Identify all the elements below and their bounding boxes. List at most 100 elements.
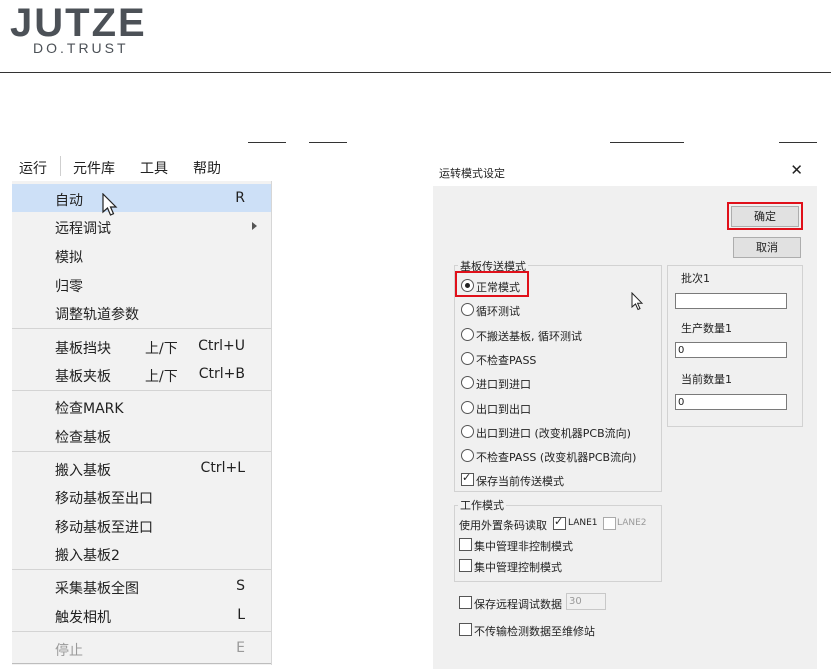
menu-item-stop[interactable]: 停止 E [12,634,271,662]
menu-item-move-to-exit[interactable]: 移动基板至出口 [12,482,271,510]
lane1-checkbox[interactable] [553,515,566,530]
menu-item-label: 搬入基板2 [55,548,120,564]
menu-item-shortcut: L [237,607,245,623]
checkbox-label: 不传输检测数据至维修站 [474,625,595,638]
dialog-titlebar: 运转模式设定 ✕ [433,158,817,186]
menu-item-label: 移动基板至进口 [55,520,153,536]
divider [610,142,684,143]
radio-entrance-to-entrance[interactable] [461,376,474,389]
mouse-cursor-icon [102,193,118,216]
menu-item-home[interactable]: 归零 [12,270,271,298]
menu-item-label: 停止 [55,643,83,659]
menu-item-simulate[interactable]: 模拟 [12,241,271,269]
highlight-box [727,202,803,230]
menu-item-label: 模拟 [55,250,83,266]
option-label: 出口到出口 [476,403,531,416]
central-control-checkbox[interactable] [459,559,472,572]
divider [779,142,817,143]
work-mode-title: 工作模式 [458,497,506,513]
menu-separator [12,631,271,632]
save-remote-debug-checkbox[interactable] [459,596,472,609]
menu-item-shortcut: R [235,190,245,206]
menu-tools[interactable]: 工具 [140,158,168,178]
menu-item-label: 基板夹板 [55,369,111,385]
menu-item-label: 检查MARK [55,401,124,417]
menu-separator [12,390,271,391]
menu-separator [12,569,271,570]
menu-item-shortcut: Ctrl+B [198,366,245,382]
lane1-label: LANE1 [568,518,598,528]
submenu-arrow-icon [252,222,257,230]
menu-item-label: 自动 [55,193,83,209]
menu-item-board-clamp[interactable]: 基板夹板 上/下 Ctrl+B [12,360,271,388]
menu-item-move-to-entrance[interactable]: 移动基板至进口 [12,511,271,539]
menu-item-capture-full-image[interactable]: 采集基板全图 S [12,572,271,600]
menu-item-label: 移动基板至出口 [55,491,153,507]
menu-item-label: 基板挡块 [55,341,111,357]
menu-item-label: 采集基板全图 [55,581,139,597]
header-divider [0,72,831,73]
checkbox-label: 集中管理非控制模式 [474,540,573,553]
logo-tagline: DO.TRUST [33,40,129,56]
close-icon[interactable]: ✕ [790,161,803,179]
menu-item-shortcut: Ctrl+U [198,338,245,354]
menu-item-check-board[interactable]: 检查基板 [12,421,271,449]
option-label: 循环测试 [476,305,520,318]
radio-skip-pass-reverse[interactable] [461,449,474,462]
current-qty-input[interactable]: 0 [675,394,787,410]
menu-item-check-mark[interactable]: 检查MARK [12,392,271,420]
batch-label: 批次1 [681,272,710,285]
remote-debug-count-input[interactable]: 30 [566,593,606,610]
batch-input[interactable] [675,293,787,309]
run-menu-dropdown: 自动 R 远程调试 模拟 归零 调整轨道参数 基板挡块 上/下 Ctrl+U 基… [12,181,272,665]
no-transfer-data-checkbox[interactable] [459,623,472,636]
menu-bottom-edge [12,663,271,664]
menu-item-shortcut: E [236,640,245,656]
menu-help[interactable]: 帮助 [193,158,221,178]
option-label: 不检查PASS (改变机器PCB流向) [476,451,637,464]
menu-item-auto[interactable]: 自动 R [12,184,271,212]
option-label: 进口到进口 [476,378,531,391]
mouse-cursor-icon [631,292,644,311]
menu-item-label: 调整轨道参数 [55,307,139,323]
menu-item-remote-debug[interactable]: 远程调试 [12,212,271,240]
menu-item-shortcut: S [236,578,245,594]
checkbox-label: 集中管理控制模式 [474,561,562,574]
menu-run[interactable]: 运行 [19,158,47,178]
checkbox-label: 保存当前传送模式 [476,475,564,488]
menu-item-label: 搬入基板 [55,463,111,479]
menubar-separator [60,156,61,176]
menu-component-library[interactable]: 元件库 [73,158,115,178]
barcode-reader-label: 使用外置条码读取 [459,519,547,532]
menu-item-label: 触发相机 [55,610,111,626]
lane2-checkbox[interactable] [603,517,616,530]
menu-item-label: 检查基板 [55,430,111,446]
option-label: 不检查PASS [476,354,537,367]
menu-item-updown: 上/下 [145,341,178,357]
option-label: 出口到进口 (改变机器PCB流向) [476,427,631,440]
menu-item-shortcut: Ctrl+L [200,460,245,476]
menu-item-adjust-track[interactable]: 调整轨道参数 [12,298,271,326]
menu-item-load-board-2[interactable]: 搬入基板2 [12,539,271,567]
production-qty-input[interactable]: 0 [675,342,787,358]
menu-item-load-board[interactable]: 搬入基板 Ctrl+L [12,454,271,482]
current-qty-label: 当前数量1 [681,373,732,386]
lane2-label: LANE2 [617,518,647,528]
option-label: 不搬送基板, 循环测试 [476,330,582,343]
menu-item-board-stopper[interactable]: 基板挡块 上/下 Ctrl+U [12,332,271,360]
divider [248,142,286,143]
radio-exit-to-exit[interactable] [461,401,474,414]
radio-exit-to-entrance[interactable] [461,425,474,438]
production-qty-label: 生产数量1 [681,322,732,335]
menu-separator [12,328,271,329]
menu-bar: 运行 元件库 工具 帮助 [12,151,271,181]
menu-item-trigger-camera[interactable]: 触发相机 L [12,601,271,629]
cancel-button[interactable]: 取消 [733,237,801,258]
central-noncontrol-checkbox[interactable] [459,538,472,551]
radio-skip-pass[interactable] [461,352,474,365]
menu-item-label: 归零 [55,279,83,295]
menu-separator [12,451,271,452]
radio-no-transfer-cycle-test[interactable] [461,328,474,341]
save-mode-checkbox[interactable] [461,471,474,486]
radio-cycle-test[interactable] [461,303,474,316]
